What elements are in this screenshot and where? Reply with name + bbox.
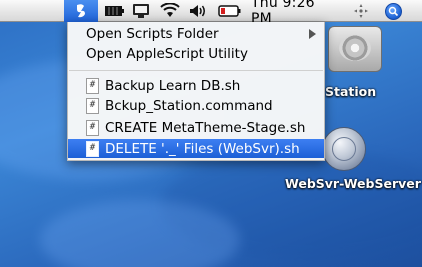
menu-clock[interactable]: Thu 9:26 PM <box>251 0 337 27</box>
script-file-icon: # <box>86 119 99 136</box>
menu-item-label: Backup Learn DB.sh <box>105 77 241 94</box>
volume-label-station[interactable]: Station <box>325 84 376 99</box>
menu-item-label: Open AppleScript Utility <box>86 45 248 62</box>
battery-indicator-icon <box>105 6 124 16</box>
wifi-icon <box>160 3 180 17</box>
menu-item-label: Bckup_Station.command <box>105 97 273 114</box>
script-menu-icon <box>77 4 85 18</box>
display-menu-button[interactable] <box>129 0 153 22</box>
hand-menu-button[interactable] <box>350 0 372 22</box>
menu-item-bckup-station[interactable]: # Bckup_Station.command <box>68 96 324 115</box>
battery-icon <box>218 5 241 17</box>
hand-icon <box>354 4 368 18</box>
volume-label-webserver[interactable]: WebSvr-WebServer <box>285 176 421 191</box>
script-file-icon: # <box>86 77 99 94</box>
script-file-icon: # <box>86 97 99 114</box>
battery-menu-button[interactable] <box>216 0 244 22</box>
battery-indicator-button[interactable] <box>103 0 127 22</box>
volume-menu-button[interactable] <box>186 0 210 22</box>
volume-icon <box>190 5 205 17</box>
script-menu-button[interactable] <box>64 0 98 22</box>
menu-item-open-scripts-folder[interactable]: Open Scripts Folder <box>68 24 324 43</box>
display-icon <box>133 4 149 18</box>
spotlight-icon <box>384 2 402 20</box>
menu-item-create-metatheme-stage[interactable]: # CREATE MetaTheme-Stage.sh <box>68 118 324 137</box>
menu-item-label: DELETE '._' Files (WebSvr).sh <box>105 140 300 157</box>
menu-item-label: CREATE MetaTheme-Stage.sh <box>105 119 306 136</box>
script-file-icon: # <box>86 140 99 157</box>
menu-item-open-applescript-utility[interactable]: Open AppleScript Utility <box>68 44 324 63</box>
submenu-arrow-icon <box>309 29 316 39</box>
network-volume-icon[interactable] <box>322 127 366 171</box>
hard-drive-icon[interactable] <box>328 26 382 72</box>
menu-item-delete-files-websvr[interactable]: # DELETE '._' Files (WebSvr).sh <box>68 139 324 158</box>
menu-separator <box>69 70 323 71</box>
menu-item-label: Open Scripts Folder <box>86 25 219 42</box>
wifi-menu-button[interactable] <box>157 0 183 22</box>
script-dropdown-menu: Open Scripts Folder Open AppleScript Uti… <box>67 22 325 161</box>
spotlight-button[interactable] <box>381 0 405 22</box>
menu-bar: Thu 9:26 PM <box>0 0 422 27</box>
menu-item-backup-learn-db[interactable]: # Backup Learn DB.sh <box>68 76 324 95</box>
